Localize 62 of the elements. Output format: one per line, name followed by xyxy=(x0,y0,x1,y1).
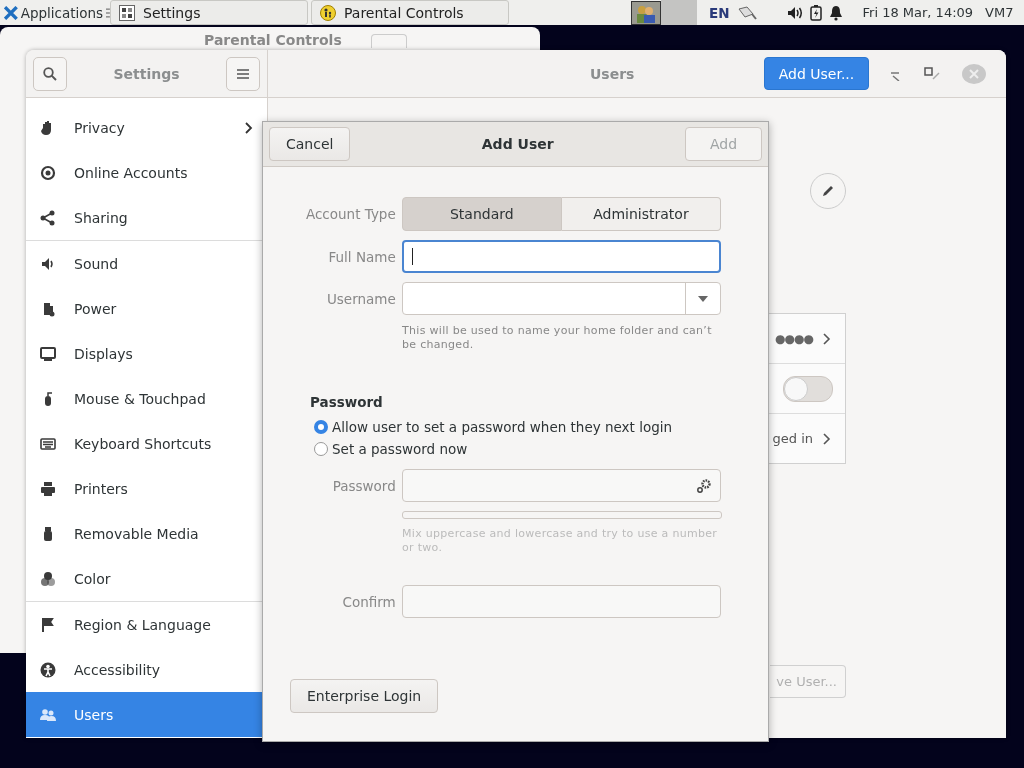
maximize-icon[interactable] xyxy=(923,65,941,82)
logo-icon xyxy=(4,5,18,20)
keyboard-layout-indicator[interactable]: EN xyxy=(709,4,730,21)
radio-button[interactable] xyxy=(314,442,328,456)
handle-icon xyxy=(106,7,110,18)
field-label: Full Name xyxy=(327,248,396,265)
confirm-field[interactable] xyxy=(401,585,721,618)
dialog-title: Add User xyxy=(481,136,554,152)
section-heading: Password xyxy=(310,394,384,410)
field-label: Password xyxy=(331,477,396,494)
field-label: Account Type xyxy=(304,206,396,222)
enterprise-login-button[interactable]: Enterprise Login xyxy=(290,679,439,713)
username-field[interactable] xyxy=(401,282,721,315)
toggle-switch[interactable] xyxy=(783,375,833,402)
chevron-right-icon xyxy=(823,432,831,445)
password-dots[interactable]: ●●●● xyxy=(775,331,813,346)
window-title: Parental Controls xyxy=(204,32,342,48)
row-label: ged in xyxy=(772,431,813,446)
family-icon xyxy=(320,4,336,21)
clock[interactable]: Fri 18 Mar, 14:09 xyxy=(862,5,974,20)
keyboard-icon xyxy=(40,435,56,452)
printer-icon xyxy=(40,480,56,497)
pencil-icon xyxy=(821,184,835,198)
radio-label[interactable]: Set a password now xyxy=(332,441,468,457)
circles-icon xyxy=(40,570,56,587)
window-grid-icon xyxy=(119,4,135,21)
radio-button[interactable] xyxy=(314,420,328,434)
applications-menu[interactable]: Applications xyxy=(20,4,104,21)
field-label: Confirm xyxy=(341,593,396,610)
bell-icon[interactable] xyxy=(828,4,843,21)
flag-icon xyxy=(40,616,56,633)
host-label: VM7 xyxy=(985,5,1014,20)
account-type-toggle[interactable]: Administrator xyxy=(561,197,721,231)
gears-icon[interactable] xyxy=(696,477,712,494)
account-type-toggle[interactable]: Standard xyxy=(401,197,562,231)
radio-label[interactable]: Allow user to set a password when they next login xyxy=(332,419,673,435)
sidebar-title: Settings xyxy=(113,65,180,82)
dropdown-arrow-icon xyxy=(698,295,708,302)
search-icon xyxy=(43,66,57,81)
password-field[interactable] xyxy=(401,469,721,502)
field-label: Username xyxy=(325,290,396,307)
menu-button[interactable] xyxy=(226,56,260,91)
add-user-button[interactable]: Add User... xyxy=(764,57,869,90)
menu-icon xyxy=(237,68,249,79)
taskbar-button[interactable]: Settings xyxy=(110,0,308,25)
taskbar-button[interactable]: Parental Controls xyxy=(311,0,509,25)
hint-text: Mix uppercase and lowercase and try to use a number or two. xyxy=(402,527,719,555)
edit-avatar-button[interactable] xyxy=(810,173,846,209)
full-name-field[interactable] xyxy=(401,240,721,273)
share-icon xyxy=(40,209,56,226)
users-app-icon[interactable] xyxy=(631,0,661,25)
cancel-button[interactable]: Cancel xyxy=(269,127,351,161)
person-icon xyxy=(40,661,56,678)
people-icon xyxy=(40,706,56,723)
battery-icon[interactable] xyxy=(809,4,822,21)
monitor-icon xyxy=(40,345,56,362)
volume-icon[interactable] xyxy=(786,5,803,20)
panel-slot xyxy=(661,0,697,25)
page-title: Users xyxy=(590,65,636,82)
search-button[interactable] xyxy=(33,56,67,91)
hint-text: This will be used to name your home folder and can’t be changed. xyxy=(402,324,713,352)
chevron-right-icon xyxy=(823,332,831,345)
